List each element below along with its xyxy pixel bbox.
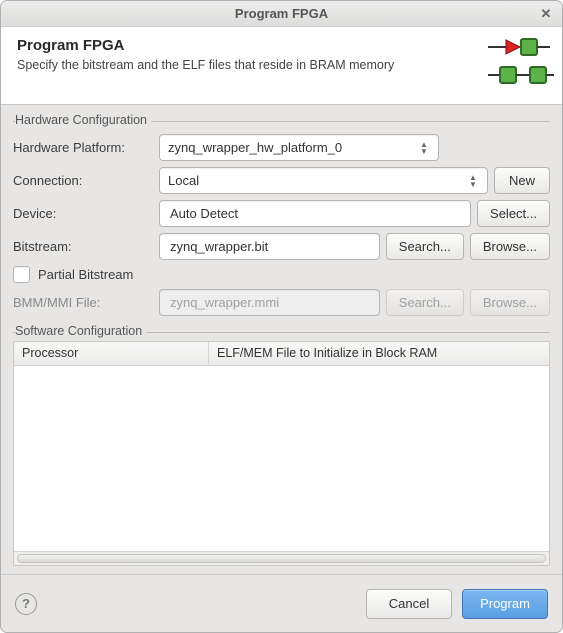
device-input[interactable]: [159, 200, 471, 227]
dialog-window: Program FPGA ✕ Program FPGA Specify the …: [0, 0, 563, 633]
bitstream-label: Bitstream:: [13, 239, 159, 254]
bmm-file-input: [159, 289, 380, 316]
device-value[interactable]: [168, 205, 462, 222]
titlebar: Program FPGA ✕: [1, 1, 562, 27]
software-config-table[interactable]: Processor ELF/MEM File to Initialize in …: [13, 341, 550, 566]
connection-label: Connection:: [13, 173, 159, 188]
bmm-search-button: Search...: [386, 289, 464, 316]
partial-bitstream-checkbox[interactable]: [13, 266, 30, 283]
bitstream-input[interactable]: [159, 233, 380, 260]
table-header: Processor ELF/MEM File to Initialize in …: [14, 342, 549, 366]
stepper-icon: ▲▼: [467, 174, 479, 188]
device-label: Device:: [13, 206, 159, 221]
bitstream-browse-button[interactable]: Browse...: [470, 233, 550, 260]
table-body[interactable]: [14, 366, 549, 551]
hardware-config-label: Hardware Configuration: [15, 113, 151, 127]
window-title: Program FPGA: [235, 6, 328, 21]
bmm-file-value: [168, 294, 371, 311]
scrollbar-thumb[interactable]: [17, 554, 546, 563]
dialog-content: Hardware Configuration Hardware Platform…: [1, 105, 562, 574]
page-description: Specify the bitstream and the ELF files …: [17, 58, 546, 72]
page-title: Program FPGA: [17, 37, 546, 54]
new-connection-button[interactable]: New: [494, 167, 550, 194]
device-select-button[interactable]: Select...: [477, 200, 550, 227]
hardware-platform-value: zynq_wrapper_hw_platform_0: [168, 140, 342, 155]
help-icon[interactable]: ?: [15, 593, 37, 615]
program-button[interactable]: Program: [462, 589, 548, 619]
partial-bitstream-label: Partial Bitstream: [38, 267, 133, 282]
dialog-header: Program FPGA Specify the bitstream and t…: [1, 27, 562, 105]
hardware-config-group: Hardware Configuration Hardware Platform…: [13, 121, 550, 322]
horizontal-scrollbar[interactable]: [14, 551, 549, 565]
cancel-button[interactable]: Cancel: [366, 589, 452, 619]
bitstream-search-button[interactable]: Search...: [386, 233, 464, 260]
col-processor[interactable]: Processor: [14, 342, 209, 365]
software-config-label: Software Configuration: [15, 324, 146, 338]
stepper-icon: ▲▼: [418, 141, 430, 155]
dialog-footer: ? Cancel Program: [1, 574, 562, 632]
connection-value: Local: [168, 173, 199, 188]
hardware-platform-label: Hardware Platform:: [13, 140, 159, 155]
connection-combo[interactable]: Local ▲▼: [159, 167, 488, 194]
close-icon[interactable]: ✕: [538, 6, 554, 22]
bmm-file-label: BMM/MMI File:: [13, 295, 159, 310]
fpga-program-icon: [486, 33, 556, 92]
software-config-group: Software Configuration Processor ELF/MEM…: [13, 332, 550, 566]
col-elf[interactable]: ELF/MEM File to Initialize in Block RAM: [209, 342, 549, 365]
bitstream-value[interactable]: [168, 238, 371, 255]
bmm-browse-button: Browse...: [470, 289, 550, 316]
hardware-platform-combo[interactable]: zynq_wrapper_hw_platform_0 ▲▼: [159, 134, 439, 161]
